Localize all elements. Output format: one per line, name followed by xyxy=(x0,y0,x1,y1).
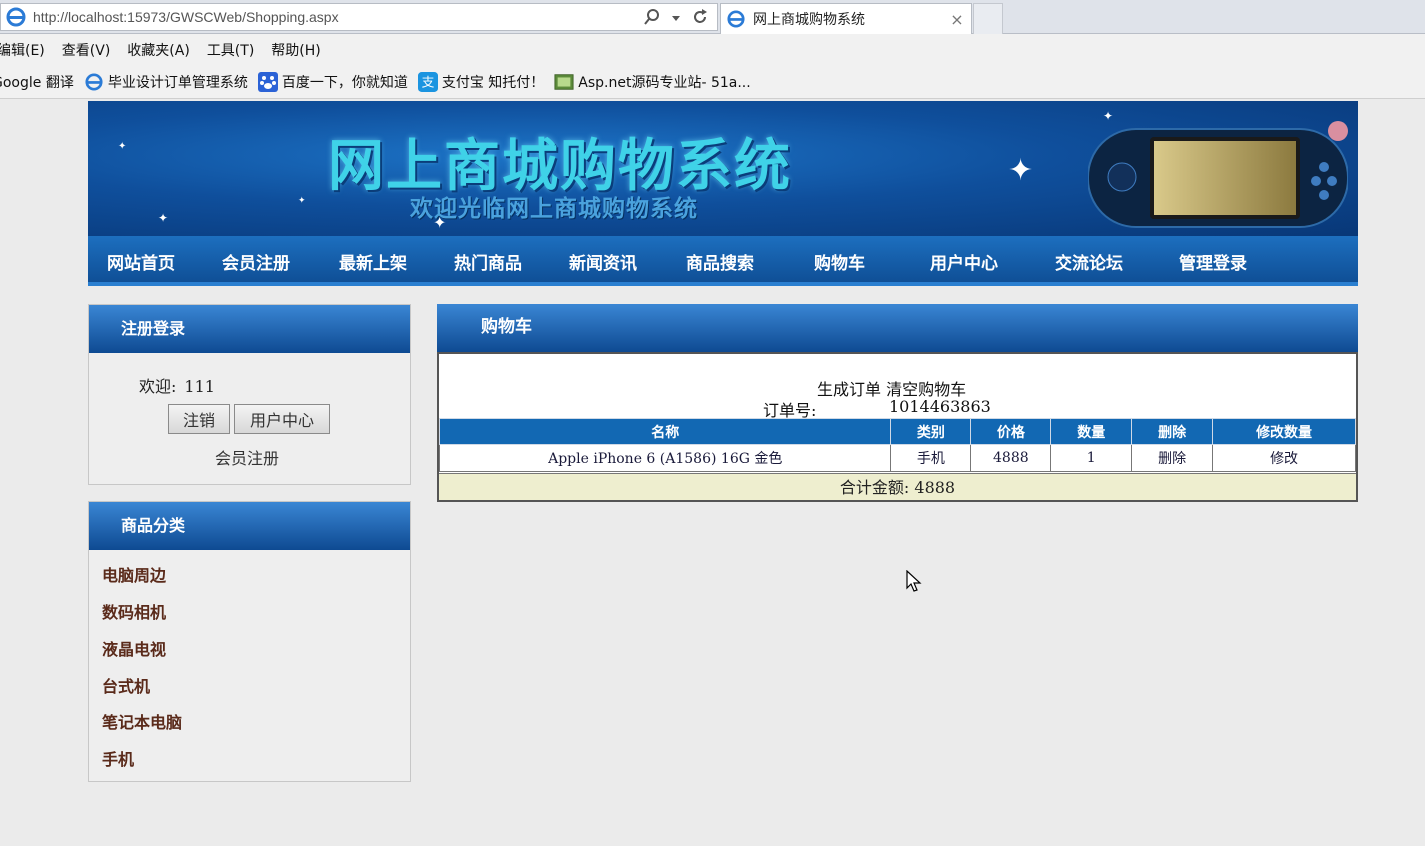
fav-alipay[interactable]: 支 支付宝 知托付！ xyxy=(417,72,545,92)
total-label: 合计金额: xyxy=(839,478,910,497)
cell-quantity: 1 xyxy=(1050,444,1133,472)
table-row: Apple iPhone 6 (A1586) 16G 金色 手机 4888 1 … xyxy=(438,444,1356,472)
col-header-price: 价格 xyxy=(970,418,1052,445)
register-link[interactable]: 会员注册 xyxy=(215,445,279,469)
ie-tab-icon xyxy=(725,8,747,30)
browser-address-row: http://localhost:15973/GWSCWeb/Shopping.… xyxy=(0,0,1425,34)
delete-link[interactable]: 删除 xyxy=(1131,444,1214,472)
address-bar[interactable]: http://localhost:15973/GWSCWeb/Shopping.… xyxy=(0,3,718,31)
col-header-modify-quantity: 修改数量 xyxy=(1212,418,1356,445)
browser-tab[interactable]: 网上商城购物系统 × xyxy=(720,3,972,34)
cell-product-name: Apple iPhone 6 (A1586) 16G 金色 xyxy=(438,444,892,472)
category-panel-title: 商品分类 xyxy=(89,502,410,550)
cell-category: 手机 xyxy=(890,444,972,472)
nav-new-arrivals[interactable]: 最新上架 xyxy=(339,249,407,274)
username: 111 xyxy=(184,377,215,396)
fav-asp-site[interactable]: Asp.net源码专业站- 51a... xyxy=(554,72,751,92)
alipay-icon: 支 xyxy=(417,72,438,92)
logout-button[interactable]: 注销 xyxy=(168,404,230,434)
modify-link[interactable]: 修改 xyxy=(1212,444,1356,472)
nav-home[interactable]: 网站首页 xyxy=(107,249,175,274)
col-header-quantity: 数量 xyxy=(1050,418,1133,445)
star-decoration: ✦ xyxy=(118,141,127,152)
favorites-bar: Google 翻译 毕业设计订单管理系统 百度一下，你就知道 支 支付宝 知托付… xyxy=(0,66,1425,99)
star-decoration: ✦ xyxy=(1008,153,1034,188)
ie-page-icon xyxy=(84,72,104,92)
login-panel-title: 注册登录 xyxy=(89,305,410,353)
nav-hot-products[interactable]: 热门商品 xyxy=(454,249,522,274)
nav-search[interactable]: 商品搜索 xyxy=(686,249,754,274)
cart-panel-title: 购物车 xyxy=(437,304,1358,352)
category-item[interactable]: 数码相机 xyxy=(102,599,166,623)
address-url[interactable]: http://localhost:15973/GWSCWeb/Shopping.… xyxy=(33,9,339,25)
category-panel: 商品分类 电脑周边 数码相机 液晶电视 台式机 笔记本电脑 手机 xyxy=(88,501,411,782)
category-item[interactable]: 液晶电视 xyxy=(102,636,166,660)
nav-register[interactable]: 会员注册 xyxy=(222,249,290,274)
nav-cart[interactable]: 购物车 xyxy=(814,249,865,274)
fav-label: Google 翻译 xyxy=(0,75,74,91)
cart-table-header: 名称 类别 价格 数量 删除 修改数量 xyxy=(438,418,1356,445)
category-item[interactable]: 电脑周边 xyxy=(102,562,166,586)
welcome-text: 欢迎: 111 xyxy=(139,373,215,397)
menu-view[interactable]: 查看(V) xyxy=(62,40,111,60)
cell-price: 4888 xyxy=(970,444,1052,472)
baidu-paw-icon xyxy=(257,72,278,92)
svg-text:支: 支 xyxy=(421,75,434,90)
fav-label: Asp.net源码专业站- 51a... xyxy=(578,75,751,91)
dropdown-arrow-icon[interactable] xyxy=(671,12,681,27)
star-decoration: ✦ xyxy=(298,196,306,206)
cart-total: 合计金额: 4888 xyxy=(439,473,1356,500)
fav-google-translate[interactable]: Google 翻译 xyxy=(0,72,74,92)
fav-label: 毕业设计订单管理系统 xyxy=(107,75,248,91)
menu-edit[interactable]: 编辑(E) xyxy=(0,40,45,60)
col-header-category: 类别 xyxy=(890,418,972,445)
menu-bar: 编辑(E) 查看(V) 收藏夹(A) 工具(T) 帮助(H) xyxy=(0,34,1425,66)
category-item[interactable]: 台式机 xyxy=(102,673,150,697)
fav-label: 支付宝 知托付！ xyxy=(441,75,545,91)
star-decoration: ✦ xyxy=(158,211,169,225)
welcome-label: 欢迎: xyxy=(139,377,177,396)
menu-favorites[interactable]: 收藏夹(A) xyxy=(127,40,190,60)
nav-user-center[interactable]: 用户中心 xyxy=(930,249,998,274)
nav-admin-login[interactable]: 管理登录 xyxy=(1179,249,1247,274)
refresh-icon[interactable] xyxy=(691,8,709,30)
cart-panel: 生成订单 清空购物车 订单号: 1014463863 名称 类别 价格 数量 删… xyxy=(437,352,1358,502)
col-header-delete: 删除 xyxy=(1131,418,1214,445)
login-panel: 注册登录 欢迎: 111 注销 用户中心 会员注册 xyxy=(88,304,411,485)
search-icon[interactable] xyxy=(643,8,661,30)
banner-subtitle: 欢迎光临网上商城购物系统 xyxy=(410,196,698,222)
menu-tools[interactable]: 工具(T) xyxy=(207,40,254,60)
mouse-cursor-icon xyxy=(906,570,922,592)
site-banner: ✦ ✦ ✦ ✦ ✦ ✦ 网上商城购物系统 欢迎光临网上商城购物系统 xyxy=(88,101,1358,236)
new-tab-button[interactable] xyxy=(973,3,1003,34)
asp-site-icon xyxy=(554,72,574,92)
cart-table: 名称 类别 价格 数量 删除 修改数量 Apple iPhone 6 (A158… xyxy=(438,418,1356,472)
fav-label: 百度一下，你就知道 xyxy=(281,75,408,91)
category-item[interactable]: 手机 xyxy=(102,746,134,770)
ie-icon xyxy=(5,6,27,28)
category-item[interactable]: 笔记本电脑 xyxy=(102,709,182,733)
nav-forum[interactable]: 交流论坛 xyxy=(1055,249,1123,274)
nav-news[interactable]: 新闻资讯 xyxy=(569,249,637,274)
psp-console-image xyxy=(1088,121,1348,228)
close-icon[interactable]: × xyxy=(947,10,967,29)
user-center-button[interactable]: 用户中心 xyxy=(234,404,330,434)
main-nav: 网站首页 会员注册 最新上架 热门商品 新闻资讯 商品搜索 购物车 用户中心 交… xyxy=(88,236,1358,286)
menu-help[interactable]: 帮助(H) xyxy=(271,40,320,60)
fav-baidu[interactable]: 百度一下，你就知道 xyxy=(257,72,408,92)
fav-order-system[interactable]: 毕业设计订单管理系统 xyxy=(84,72,248,92)
order-number: 1014463863 xyxy=(889,397,991,416)
total-value: 4888 xyxy=(914,478,956,497)
tab-title: 网上商城购物系统 xyxy=(753,12,865,28)
col-header-name: 名称 xyxy=(438,418,892,445)
